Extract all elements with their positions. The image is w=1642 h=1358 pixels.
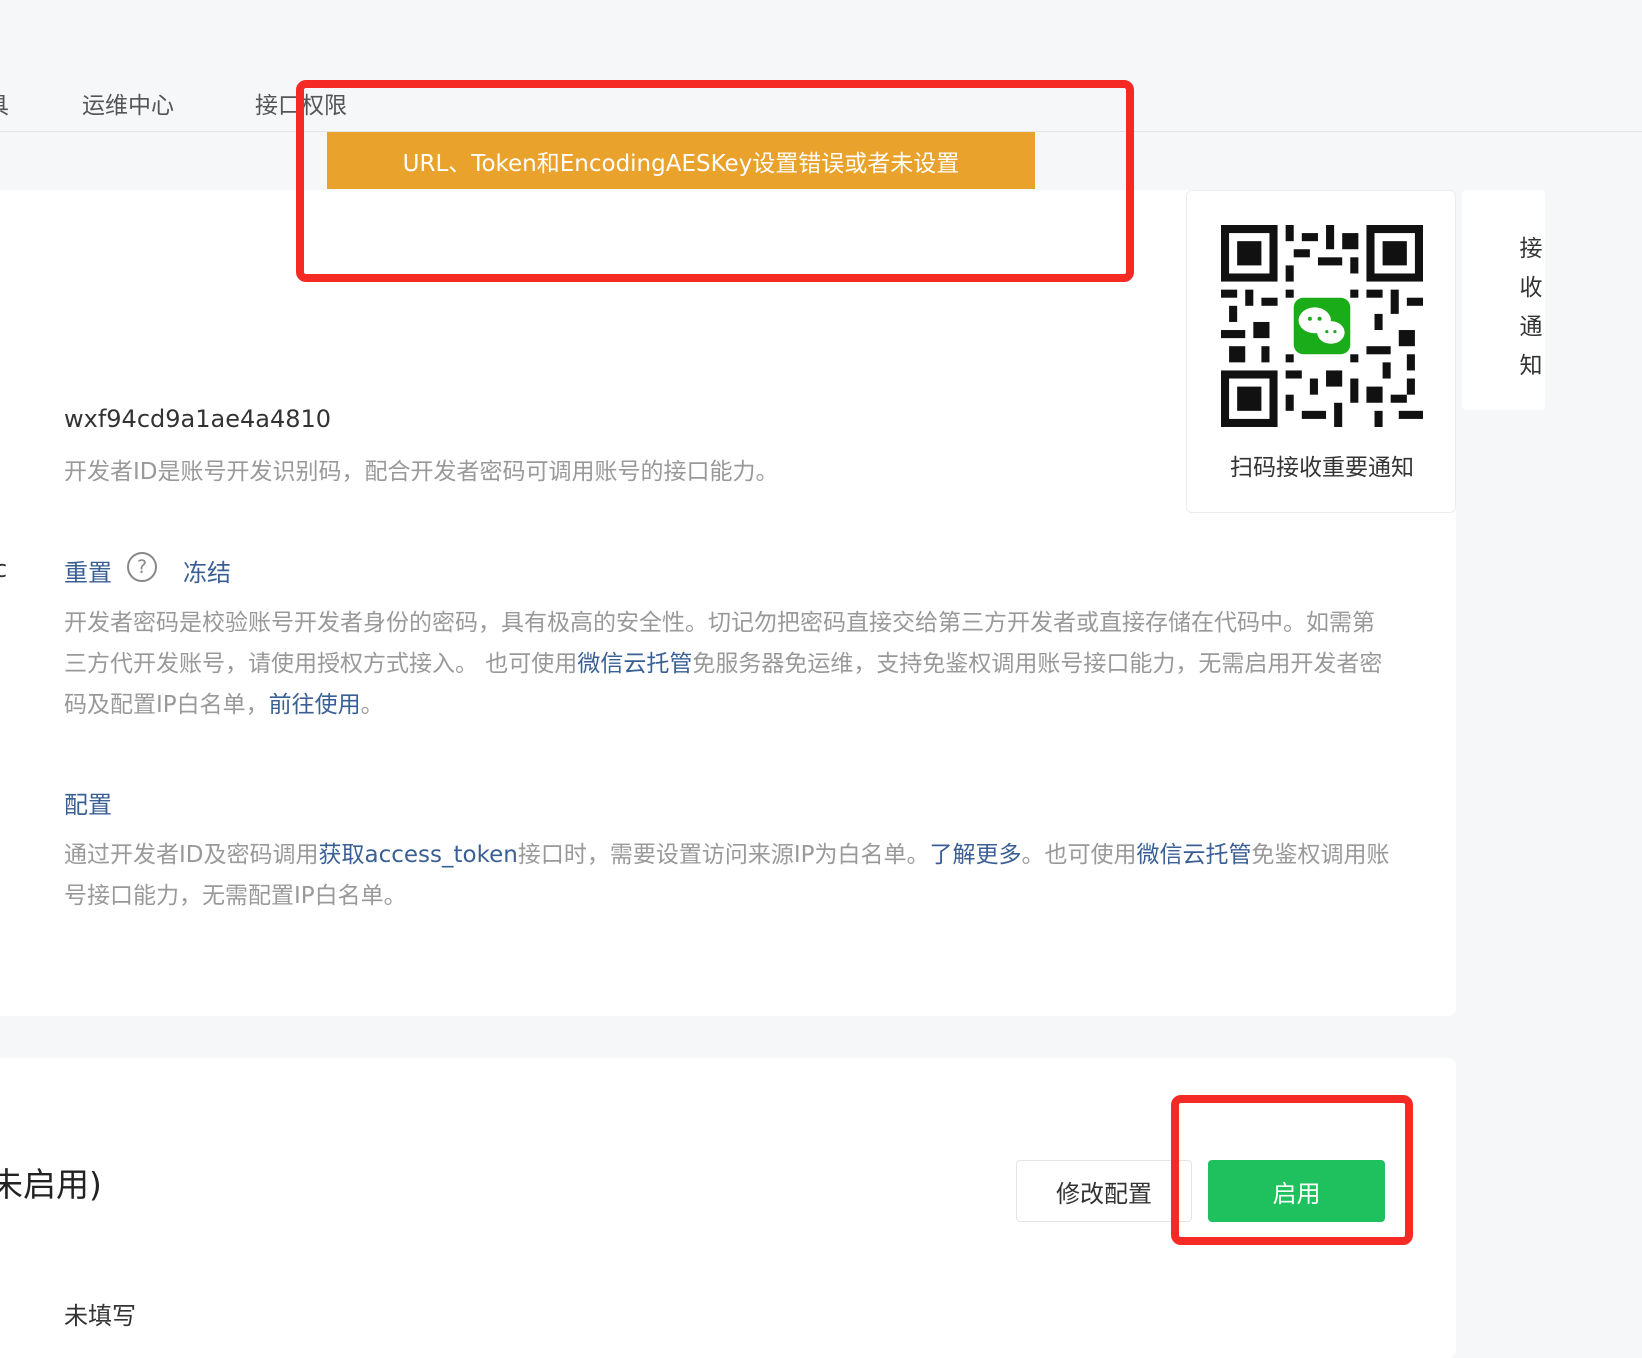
reset-secret-link[interactable]: 重置 [64,553,112,588]
qr-caption: 扫码接收重要通知 [1230,455,1414,481]
cloud-hosting-link-2[interactable]: 微信云托管 [1136,842,1251,868]
qr-code-icon [1221,225,1423,427]
go-use-link[interactable]: 前往使用 [269,692,361,718]
learn-more-link[interactable]: 了解更多 [929,842,1021,868]
ip-desc-text-2: 接口时，需要设置访问来源IP为白名单。 [517,842,930,868]
freeze-secret-link[interactable]: 冻结 [183,553,231,588]
qr-notification-card: 扫码接收重要通知 [1186,190,1456,513]
server-url-value: 未填写 [64,1302,136,1330]
secret-label-fragment: c [0,555,8,583]
side-tab-label: 接收通知 [1515,236,1541,392]
help-icon[interactable]: ? [127,552,157,582]
appid-value: wxf94cd9a1ae4a4810 [64,405,332,433]
secret-desc-text-3: 。 [360,692,384,718]
nav-item-ops-center[interactable]: 运维中心 [82,86,174,120]
server-config-status: 未启用) [0,1165,102,1204]
highlight-box-alert [296,80,1134,282]
cloud-hosting-link[interactable]: 微信云托管 [577,651,692,677]
highlight-box-enable [1171,1095,1413,1245]
appid-description: 开发者ID是账号开发识别码，配合开发者密码可调用账号的接口能力。 [64,459,779,485]
receive-notification-tab[interactable]: 接收通知 [1462,190,1545,410]
ip-desc-text-1: 通过开发者ID及密码调用 [64,842,319,868]
ip-desc-text-3: 。也可使用 [1021,842,1137,868]
ip-whitelist-config-link[interactable]: 配置 [64,785,112,820]
nav-item-tools[interactable]: 具 [0,86,9,120]
modify-config-button[interactable]: 修改配置 [1016,1160,1192,1222]
secret-description: 开发者密码是校验账号开发者身份的密码，具有极高的安全性。切记勿把密码直接交给第三… [64,603,1394,726]
access-token-link[interactable]: 获取access_token [319,842,518,868]
ip-whitelist-description: 通过开发者ID及密码调用获取access_token接口时，需要设置访问来源IP… [64,835,1394,917]
